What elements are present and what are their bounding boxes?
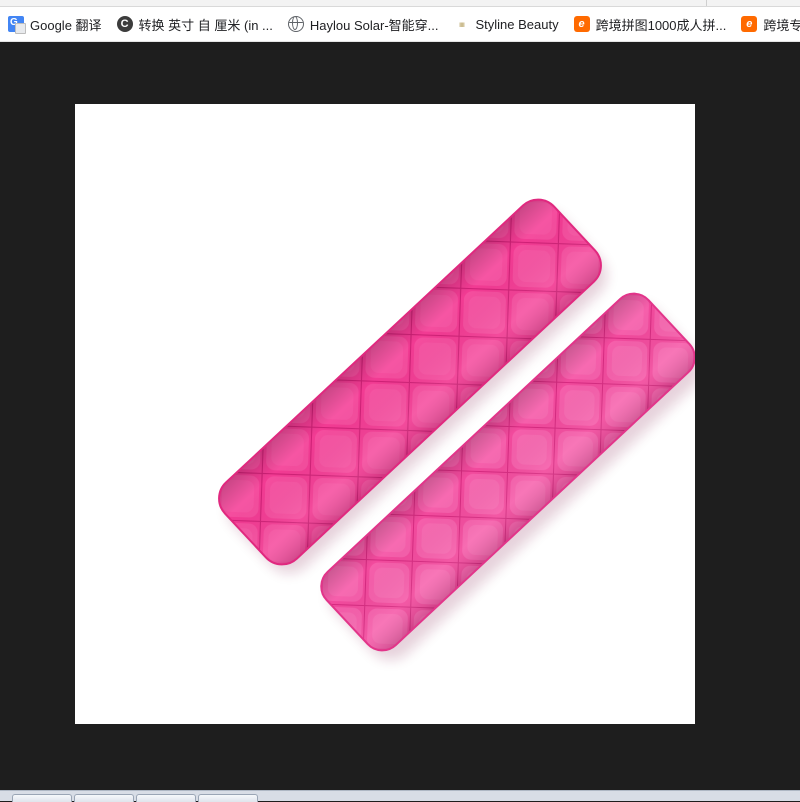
bookmark-styline-beauty[interactable]: ıııı Styline Beauty bbox=[445, 10, 565, 38]
bookmark-label: 跨境专供小鸡 bbox=[763, 17, 800, 33]
convert-icon: C bbox=[116, 16, 133, 32]
product-image[interactable] bbox=[75, 104, 695, 724]
aliexpress-icon: e bbox=[741, 16, 758, 32]
taskbar-button[interactable] bbox=[12, 794, 72, 802]
bookmark-label: Styline Beauty bbox=[475, 16, 559, 32]
address-bar-edge bbox=[0, 0, 800, 7]
bookmark-convert-units[interactable]: C 转换 英寸 自 厘米 (in ... bbox=[109, 10, 280, 38]
bookmark-label: Google 翻译 bbox=[30, 17, 102, 33]
seat-belt-pads-illustration bbox=[218, 198, 695, 661]
globe-icon bbox=[287, 16, 304, 32]
taskbar-button[interactable] bbox=[198, 794, 258, 802]
google-translate-icon: G bbox=[8, 16, 26, 34]
bookmark-haylou-solar[interactable]: Haylou Solar-智能穿... bbox=[280, 10, 446, 38]
bookmark-label: Haylou Solar-智能穿... bbox=[309, 17, 439, 33]
page-viewport[interactable] bbox=[0, 42, 800, 790]
taskbar-button[interactable] bbox=[136, 794, 196, 802]
bookmark-label: 转换 英寸 自 厘米 (in ... bbox=[138, 17, 273, 33]
taskbar-button[interactable] bbox=[74, 794, 134, 802]
bookmark-aliexpress-chick[interactable]: e 跨境专供小鸡 bbox=[733, 10, 800, 38]
address-bar-divider bbox=[706, 0, 707, 6]
bookmark-google-translate[interactable]: G Google 翻译 bbox=[0, 10, 109, 38]
styline-icon: ıııı bbox=[459, 19, 465, 29]
bookmark-label: 跨境拼图1000成人拼... bbox=[595, 17, 727, 33]
aliexpress-icon: e bbox=[573, 16, 590, 32]
bookmark-aliexpress-puzzle[interactable]: e 跨境拼图1000成人拼... bbox=[566, 10, 734, 38]
taskbar bbox=[0, 790, 800, 802]
bookmarks-bar: G Google 翻译 C 转换 英寸 自 厘米 (in ... Haylou … bbox=[0, 7, 800, 42]
